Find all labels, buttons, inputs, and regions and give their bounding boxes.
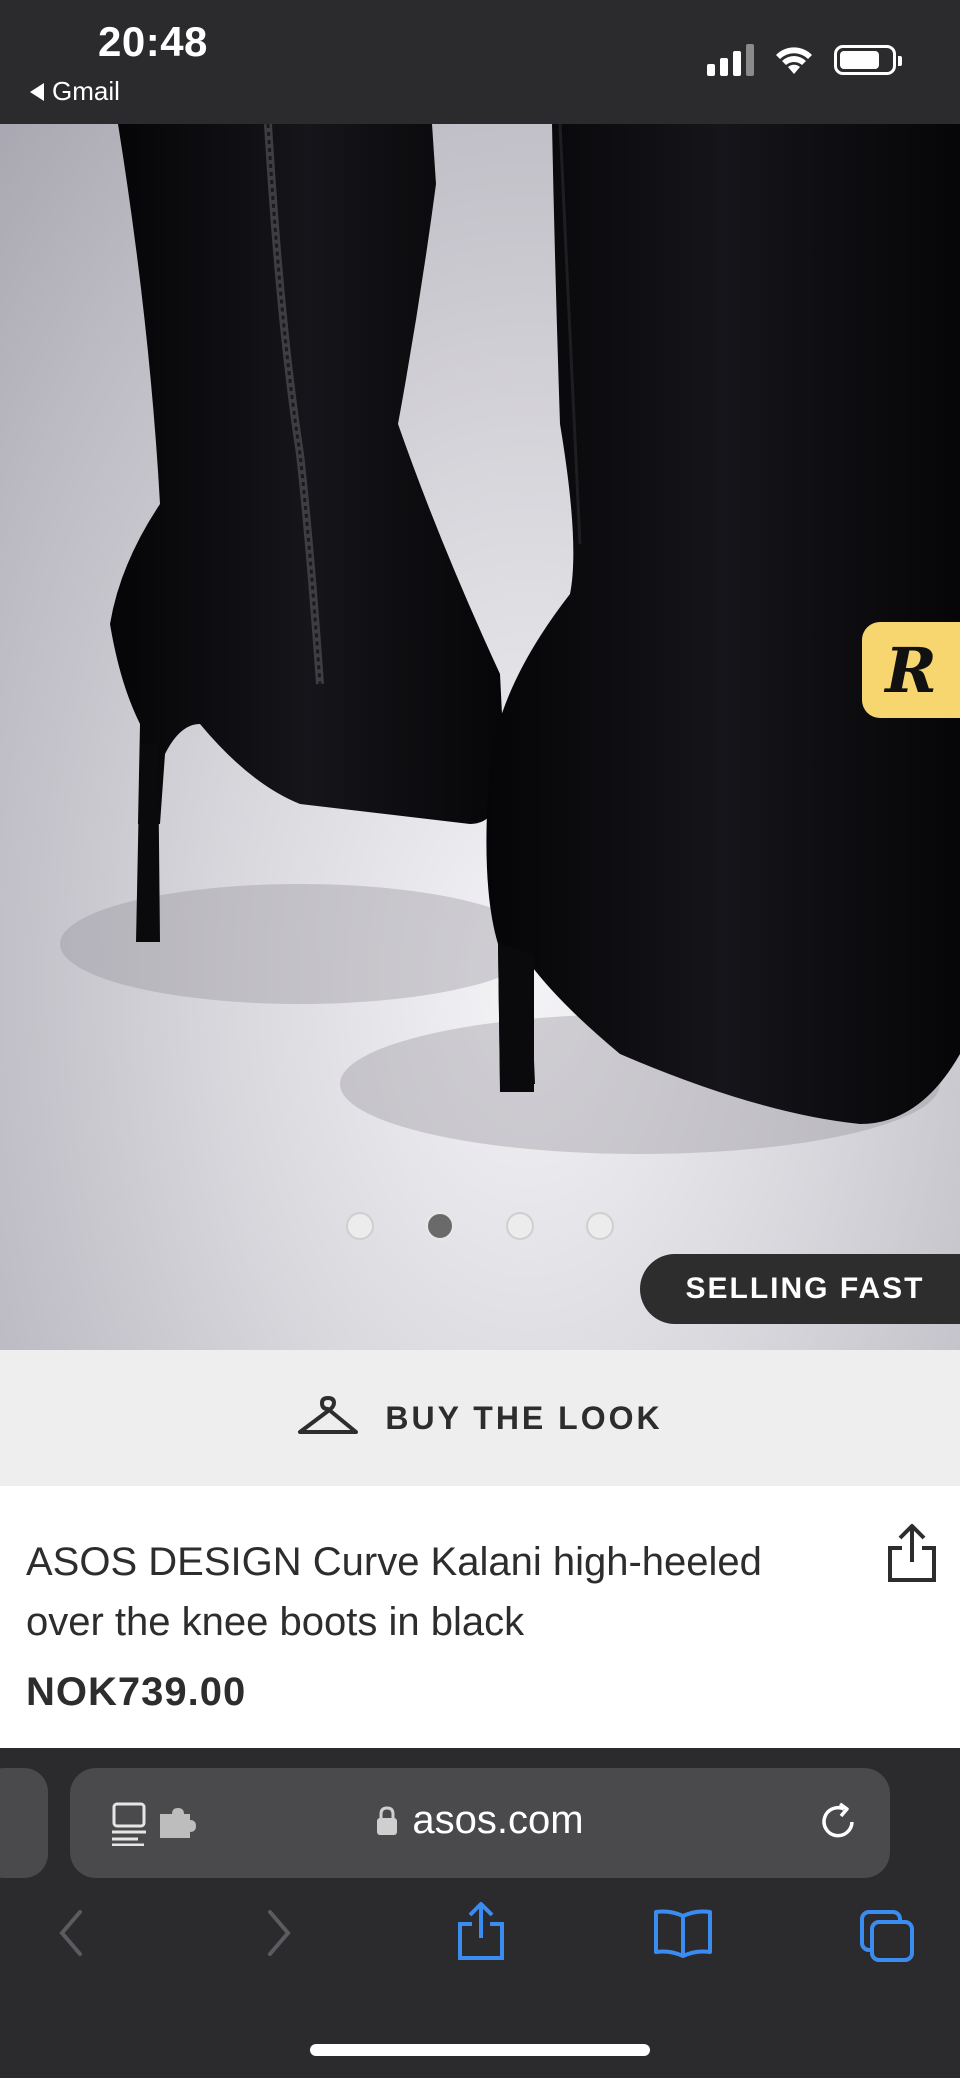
share-icon[interactable] [884, 1522, 940, 1586]
cellular-signal-icon [707, 44, 754, 76]
carousel-dot[interactable] [346, 1212, 374, 1240]
wifi-icon [776, 47, 812, 74]
boots-photo [60, 124, 960, 1154]
carousel-dots [0, 1212, 960, 1240]
battery-icon [834, 45, 902, 75]
status-icons [707, 44, 902, 76]
tabs-icon[interactable] [858, 1908, 916, 1964]
rewards-badge-letter: R [885, 633, 937, 707]
back-arrow-icon [30, 82, 44, 101]
browser-toolbar [0, 1902, 960, 1998]
previous-tab-preview[interactable] [0, 1768, 48, 1878]
rewards-badge-button[interactable]: R [862, 622, 960, 718]
carousel-dot[interactable] [586, 1212, 614, 1240]
address-bar[interactable]: asos.com [70, 1768, 890, 1878]
product-info: ASOS DESIGN Curve Kalani high-heeled ove… [0, 1486, 960, 1748]
bookmarks-icon[interactable] [652, 1908, 714, 1958]
buy-the-look-label: BUY THE LOOK [385, 1399, 663, 1436]
lock-icon [377, 1805, 398, 1835]
forward-icon[interactable] [264, 1908, 294, 1958]
product-price: NOK739.00 [26, 1670, 247, 1714]
browser-chrome: asos.com [0, 1748, 960, 2078]
carousel-dot[interactable] [506, 1212, 534, 1240]
back-to-app-link[interactable]: Gmail [30, 76, 120, 107]
carousel-dot-active[interactable] [426, 1212, 454, 1240]
hanger-icon [298, 1396, 359, 1434]
status-bar: 20:48 Gmail [0, 0, 960, 124]
share-sheet-icon[interactable] [454, 1900, 508, 1964]
status-time: 20:48 [98, 18, 208, 65]
selling-fast-badge: SELLING FAST [640, 1254, 960, 1324]
url-text: asos.com [412, 1798, 584, 1842]
buy-the-look-button[interactable]: BUY THE LOOK [0, 1350, 960, 1486]
url-display[interactable]: asos.com [70, 1798, 890, 1843]
back-to-app-label: Gmail [52, 76, 120, 106]
back-icon[interactable] [56, 1908, 86, 1958]
product-image-carousel[interactable]: R SELLING FAST [0, 124, 960, 1350]
reload-icon[interactable] [816, 1800, 860, 1844]
home-indicator[interactable] [310, 2044, 650, 2056]
product-title: ASOS DESIGN Curve Kalani high-heeled ove… [26, 1540, 762, 1644]
